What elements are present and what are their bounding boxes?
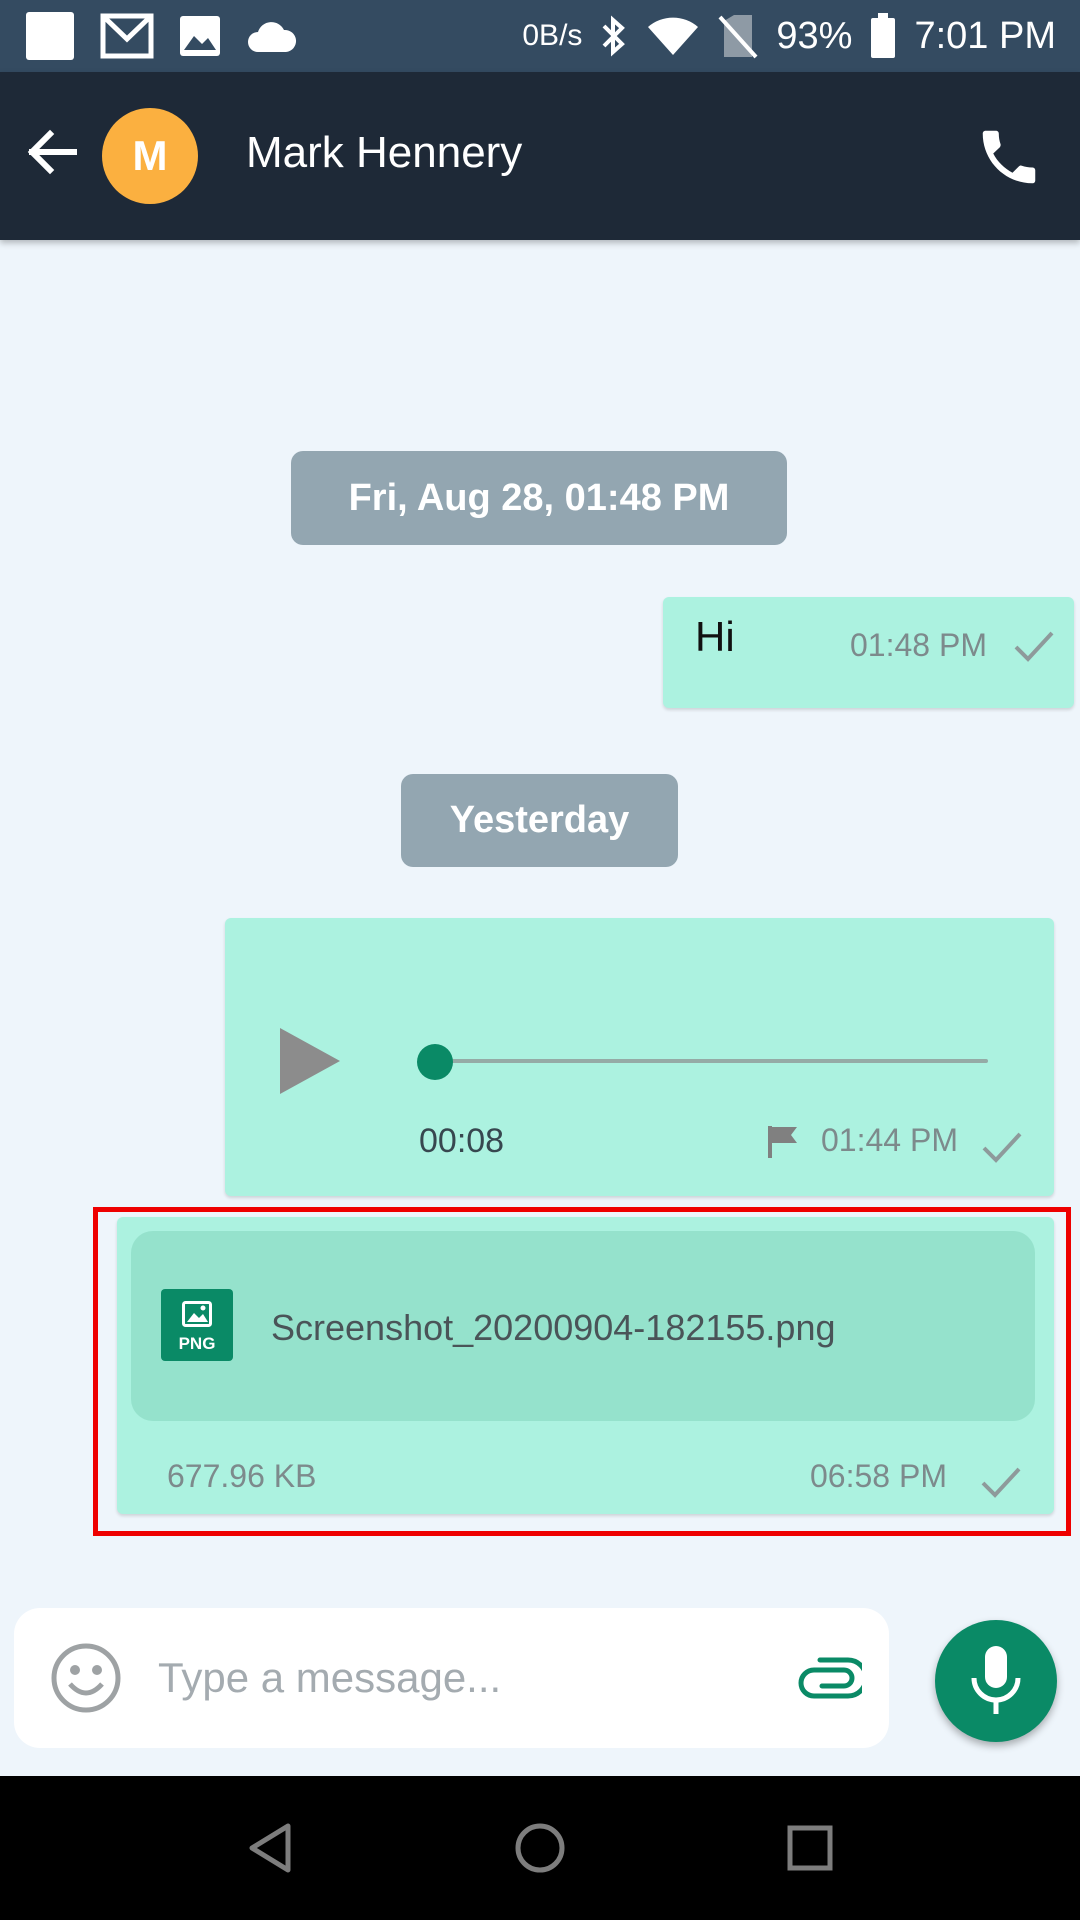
- wifi-icon: [648, 17, 699, 55]
- nav-home-icon[interactable]: [510, 1818, 570, 1878]
- message-time: 01:48 PM: [850, 627, 987, 663]
- date-chip: Fri, Aug 28, 01:48 PM: [291, 451, 787, 545]
- highlight-box: [93, 1207, 1071, 1536]
- back-arrow-icon[interactable]: [22, 122, 82, 182]
- contact-name[interactable]: Mark Hennery: [246, 128, 522, 178]
- message-time: 01:44 PM: [821, 1122, 958, 1158]
- battery-icon: [871, 13, 896, 58]
- system-nav-bar: [0, 1776, 1080, 1920]
- date-chip: Yesterday: [401, 774, 678, 867]
- audio-progress-knob[interactable]: [417, 1044, 453, 1080]
- net-speed: 0B/s: [522, 19, 583, 52]
- microphone-button[interactable]: [935, 1620, 1057, 1742]
- gallery-icon: [180, 16, 220, 56]
- audio-progress-track[interactable]: [422, 1059, 988, 1063]
- emoji-icon[interactable]: [50, 1642, 122, 1714]
- nav-recents-icon[interactable]: [780, 1818, 840, 1878]
- notification-square-icon: [26, 12, 74, 60]
- message-composer: [14, 1608, 889, 1748]
- sent-check-icon: [1014, 631, 1054, 662]
- avatar[interactable]: M: [102, 108, 198, 204]
- cloud-icon: [248, 22, 297, 52]
- message-bubble-text[interactable]: Hi 01:48 PM: [663, 597, 1074, 708]
- nav-back-icon[interactable]: [240, 1818, 300, 1878]
- sent-check-icon: [982, 1132, 1022, 1163]
- clock: 7:01 PM: [914, 14, 1056, 57]
- message-input[interactable]: [158, 1642, 768, 1714]
- audio-duration: 00:08: [419, 1122, 505, 1160]
- battery-level: 93%: [776, 14, 853, 57]
- play-icon[interactable]: [278, 1026, 344, 1096]
- no-sim-icon: [718, 15, 758, 59]
- bluetooth-icon: [602, 15, 626, 57]
- chat-header: M Mark Hennery: [0, 72, 1080, 240]
- status-bar: 0B/s 93% 7:01 PM: [0, 0, 1080, 72]
- message-bubble-audio[interactable]: 00:08 01:44 PM: [225, 918, 1054, 1196]
- paperclip-icon[interactable]: [798, 1656, 862, 1700]
- microphone-icon: [971, 1646, 1021, 1714]
- gmail-icon: [100, 13, 154, 59]
- message-text: Hi: [695, 613, 735, 660]
- flag-icon[interactable]: [767, 1124, 801, 1160]
- phone-icon[interactable]: [974, 122, 1044, 192]
